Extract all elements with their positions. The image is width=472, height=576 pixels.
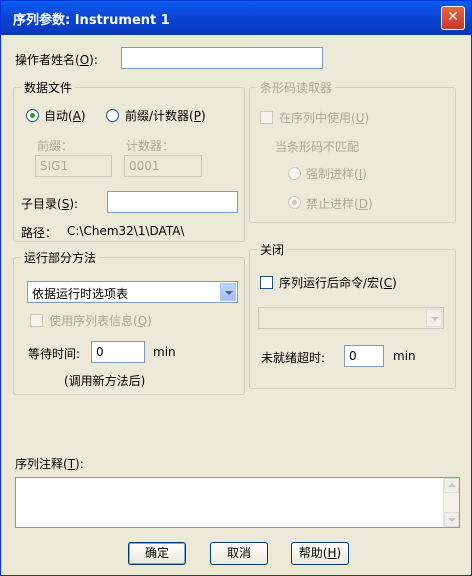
forbid-injection-label: 禁止进样(D) bbox=[306, 197, 373, 211]
use-sequence-info-label: 使用序列表信息(Q) bbox=[49, 314, 152, 328]
scroll-up-arrow-icon[interactable] bbox=[444, 478, 459, 493]
counter-label: 计数器： bbox=[126, 139, 175, 153]
wait-time-input[interactable]: 0 bbox=[91, 341, 145, 363]
not-ready-timeout-input[interactable]: 0 bbox=[344, 345, 384, 367]
operator-name-input[interactable] bbox=[121, 47, 323, 69]
sequence-parameters-dialog: 序列参数: Instrument 1 ✕ 操作者姓名(O): 数据文件 自动(A… bbox=[0, 0, 472, 576]
wait-time-label: 等待时间: bbox=[28, 347, 81, 361]
prefix-counter-radio-label: 前缀/计数器(P) bbox=[125, 109, 206, 123]
prefix-input[interactable]: SIG1 bbox=[35, 155, 112, 177]
not-ready-timeout-unit: min bbox=[393, 349, 416, 363]
help-button[interactable]: 帮助(H) bbox=[291, 542, 349, 565]
auto-radio[interactable] bbox=[26, 109, 39, 122]
vertical-scrollbar[interactable] bbox=[443, 478, 459, 527]
chevron-down-icon[interactable] bbox=[220, 283, 236, 301]
sequence-comment-textarea[interactable] bbox=[15, 477, 460, 528]
close-button[interactable]: ✕ bbox=[441, 6, 465, 30]
title-bar[interactable]: 序列参数: Instrument 1 bbox=[1, 1, 471, 35]
scroll-down-arrow-icon[interactable] bbox=[444, 512, 459, 527]
data-file-group-title: 数据文件 bbox=[21, 79, 76, 96]
post-sequence-command-checkbox[interactable] bbox=[260, 276, 273, 289]
use-sequence-info-checkbox[interactable] bbox=[30, 314, 43, 327]
wait-time-note: (调用新方法后) bbox=[64, 374, 146, 388]
auto-radio-label: 自动(A) bbox=[44, 109, 86, 123]
run-method-selected: 依据运行时选项表 bbox=[32, 287, 129, 301]
ok-button[interactable]: 确定 bbox=[128, 542, 186, 565]
force-injection-radio[interactable] bbox=[288, 167, 301, 180]
path-label: 路径： bbox=[21, 226, 58, 240]
post-sequence-command-label: 序列运行后命令/宏(C) bbox=[279, 276, 397, 290]
subdirectory-label: 子目录(S): bbox=[21, 197, 79, 211]
subdirectory-input[interactable] bbox=[107, 191, 238, 213]
path-value: C:\Chem32\1\DATA\ bbox=[67, 224, 185, 238]
counter-input[interactable]: 0001 bbox=[124, 155, 202, 177]
use-in-sequence-checkbox[interactable] bbox=[260, 111, 273, 124]
chevron-down-icon[interactable] bbox=[426, 309, 442, 327]
not-ready-timeout-label: 未就绪超时: bbox=[261, 351, 326, 365]
post-sequence-command-select[interactable] bbox=[258, 307, 444, 329]
barcode-reader-group-title: 条形码读取器 bbox=[257, 79, 336, 96]
wait-time-unit: min bbox=[153, 345, 176, 359]
prefix-label: 前缀： bbox=[37, 139, 74, 153]
close-icon: ✕ bbox=[447, 9, 459, 25]
prefix-counter-radio[interactable] bbox=[106, 109, 119, 122]
cancel-button[interactable]: 取消 bbox=[210, 542, 268, 565]
run-method-group-title: 运行部分方法 bbox=[21, 249, 100, 266]
barcode-mismatch-label: 当条形码不匹配 bbox=[275, 140, 360, 154]
use-in-sequence-label: 在序列中使用(U) bbox=[279, 111, 370, 125]
shutdown-group-title: 关闭 bbox=[257, 241, 288, 258]
run-method-select[interactable]: 依据运行时选项表 bbox=[27, 281, 238, 303]
operator-name-label: 操作者姓名(O): bbox=[15, 53, 98, 67]
forbid-injection-radio[interactable] bbox=[288, 196, 301, 209]
sequence-comment-label: 序列注释(T): bbox=[15, 457, 84, 471]
window-title: 序列参数: Instrument 1 bbox=[13, 13, 170, 28]
force-injection-label: 强制进样(I) bbox=[306, 167, 367, 181]
